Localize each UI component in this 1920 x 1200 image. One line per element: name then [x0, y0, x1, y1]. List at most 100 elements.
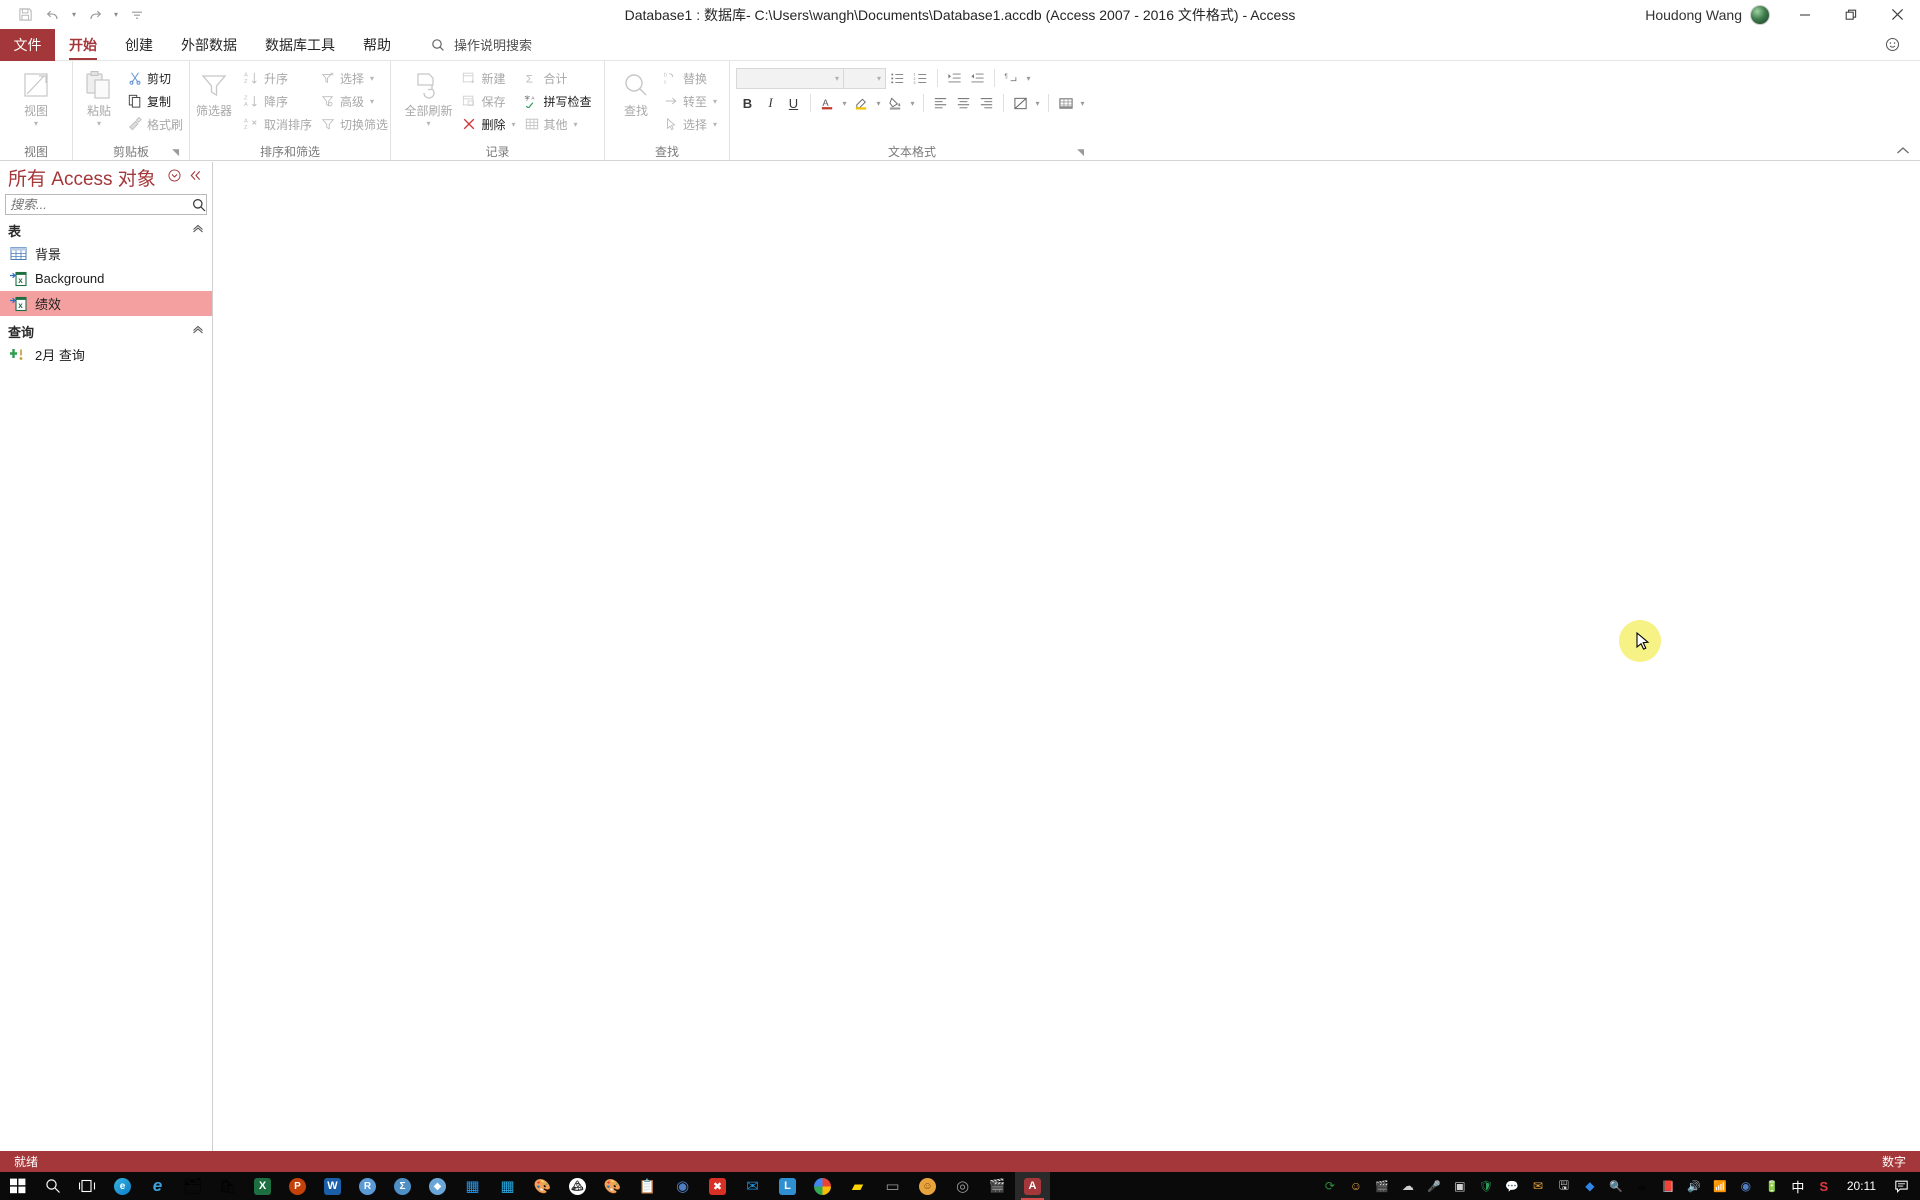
tab-external-data[interactable]: 外部数据 [167, 29, 251, 60]
sigma-app-icon[interactable]: Σ [385, 1172, 420, 1200]
totals-button[interactable]: Σ 合计 [520, 67, 596, 89]
select-dropdown-icon[interactable]: ▾ [713, 120, 717, 129]
battery-icon[interactable]: 🔋 [1759, 1172, 1785, 1200]
font-color-icon[interactable]: A [816, 92, 839, 114]
save-icon[interactable] [12, 4, 38, 26]
highlight-icon[interactable] [850, 92, 873, 114]
filter-button[interactable]: 筛选器 [188, 65, 240, 118]
word-icon[interactable]: W [315, 1172, 350, 1200]
cut-button[interactable]: 剪切 [123, 67, 187, 89]
goto-dropdown-icon[interactable]: ▾ [713, 97, 717, 106]
clipboard-dialog-launcher-icon[interactable]: ◥ [172, 147, 179, 158]
mail-icon[interactable]: ✉ [735, 1172, 770, 1200]
tab-database-tools[interactable]: 数据库工具 [251, 29, 349, 60]
file-explorer-icon[interactable]: 🗂 [175, 1172, 210, 1200]
gridlines-dropdown-icon[interactable]: ▾ [1077, 92, 1088, 114]
taskbar-clock[interactable]: 20:11 [1837, 1179, 1886, 1193]
tab-file[interactable]: 文件 [0, 29, 55, 61]
refresh-all-button[interactable]: 全部刷新 ▾ [399, 65, 457, 128]
account-name[interactable]: Houdong Wang [1645, 7, 1742, 23]
onedrive-icon[interactable]: ☁ [1395, 1172, 1421, 1200]
sync-icon[interactable]: ⟳ [1317, 1172, 1343, 1200]
sogou-input-icon[interactable]: S [1811, 1172, 1837, 1200]
video-editor-icon[interactable]: 🎬 [980, 1172, 1015, 1200]
nav-item-query-feb[interactable]: 2月 查询 [0, 342, 212, 367]
internet-explorer-icon[interactable]: e [140, 1172, 175, 1200]
access-icon[interactable]: A [1015, 1172, 1050, 1200]
wechat-icon[interactable]: 💬 [1499, 1172, 1525, 1200]
double-chevron-left-icon[interactable] [189, 169, 202, 185]
chrome-icon[interactable]: ◉ [805, 1172, 840, 1200]
search-input[interactable] [6, 197, 192, 212]
pdf-tray-icon[interactable]: 📕 [1655, 1172, 1681, 1200]
paint-palette-icon[interactable]: 🎨 [525, 1172, 560, 1200]
tab-home[interactable]: 开始 [55, 29, 111, 60]
nav-item-table-background-en[interactable]: x Background [0, 266, 212, 291]
chevron-circle-down-icon[interactable] [168, 169, 181, 185]
more-dropdown-icon[interactable]: ▾ [574, 120, 578, 129]
smiley-icon[interactable] [1878, 37, 1906, 52]
coffee-icon[interactable]: ☕ [1629, 1172, 1655, 1200]
chevron-up-icon[interactable] [192, 325, 204, 337]
calendar-icon[interactable]: ▦ [490, 1172, 525, 1200]
xmind-icon[interactable]: ✖ [700, 1172, 735, 1200]
notepad-icon[interactable]: 📋 [630, 1172, 665, 1200]
usb-icon[interactable]: 🖫 [1551, 1172, 1577, 1200]
bold-button[interactable]: B [736, 92, 759, 114]
font-name-combo[interactable]: ▾ [736, 68, 844, 89]
powerpoint-icon[interactable]: P [280, 1172, 315, 1200]
text-format-dialog-launcher-icon[interactable]: ◥ [1077, 147, 1084, 158]
underline-button[interactable]: U [782, 92, 805, 114]
italic-button[interactable]: I [759, 92, 782, 114]
align-left-icon[interactable] [929, 92, 952, 114]
replace-button[interactable]: bc 替换 [659, 67, 721, 89]
clear-sort-button[interactable]: AZ 取消排序 [240, 113, 316, 135]
more-button[interactable]: 其他 ▾ [520, 113, 596, 135]
search-box[interactable] [5, 194, 207, 215]
alternate-row-color-icon[interactable] [1009, 92, 1032, 114]
highlight-dropdown-icon[interactable]: ▾ [873, 92, 884, 114]
nav-item-table-background-cn[interactable]: 背景 [0, 241, 212, 266]
tab-create[interactable]: 创建 [111, 29, 167, 60]
edge-icon[interactable]: e [105, 1172, 140, 1200]
notification-center-icon[interactable] [1886, 1172, 1916, 1200]
paste-button[interactable]: 粘贴 ▾ [75, 65, 123, 128]
task-view-icon[interactable] [70, 1172, 105, 1200]
collapse-ribbon-button[interactable] [1896, 61, 1920, 160]
refresh-all-dropdown-icon[interactable]: ▾ [426, 120, 430, 128]
indent-decrease-icon[interactable] [966, 67, 989, 89]
lingoes-icon[interactable]: L [770, 1172, 805, 1200]
nav-group-queries[interactable]: 查询 [0, 320, 212, 342]
photos-icon[interactable]: 🏔 [560, 1172, 595, 1200]
spelling-button[interactable]: 字A 拼写检查 [520, 90, 596, 112]
video-tray-icon[interactable]: 🎬 [1369, 1172, 1395, 1200]
text-direction-icon[interactable]: ¶ [1000, 67, 1023, 89]
taskbar-search-icon[interactable] [35, 1172, 70, 1200]
view-button[interactable]: 视图 ▾ [8, 65, 64, 128]
avatar[interactable] [1750, 5, 1770, 25]
find-button[interactable]: 查找 [613, 65, 659, 118]
nav-item-table-jixiao[interactable]: x 绩效 [0, 291, 212, 316]
paste-dropdown-icon[interactable]: ▾ [97, 120, 101, 128]
search-icon[interactable] [192, 198, 206, 212]
app-tray-icon[interactable]: ◉ [1733, 1172, 1759, 1200]
customize-qat-icon[interactable] [124, 4, 150, 26]
restore-button[interactable] [1828, 0, 1874, 29]
fill-color-icon[interactable] [884, 92, 907, 114]
security-shield-icon[interactable]: 🛡 [1473, 1172, 1499, 1200]
volume-icon[interactable]: 🔊 [1681, 1172, 1707, 1200]
font-color-dropdown-icon[interactable]: ▾ [839, 92, 850, 114]
selection-dropdown-icon[interactable]: ▾ [370, 74, 374, 83]
tab-help[interactable]: 帮助 [349, 29, 405, 60]
ime-language-icon[interactable]: 中 [1785, 1172, 1811, 1200]
obs-icon[interactable]: ◎ [945, 1172, 980, 1200]
delete-dropdown-icon[interactable]: ▾ [511, 120, 515, 129]
text-direction-dropdown-icon[interactable]: ▾ [1023, 67, 1034, 89]
toggle-filter-button[interactable]: 切换筛选 [316, 113, 392, 135]
view-dropdown-icon[interactable]: ▾ [34, 120, 38, 128]
media-app-icon[interactable]: ◉ [665, 1172, 700, 1200]
copy-button[interactable]: 复制 [123, 90, 187, 112]
network-icon[interactable]: 📶 [1707, 1172, 1733, 1200]
redo-dropdown-icon[interactable]: ▾ [110, 4, 122, 26]
minimize-button[interactable] [1782, 0, 1828, 29]
